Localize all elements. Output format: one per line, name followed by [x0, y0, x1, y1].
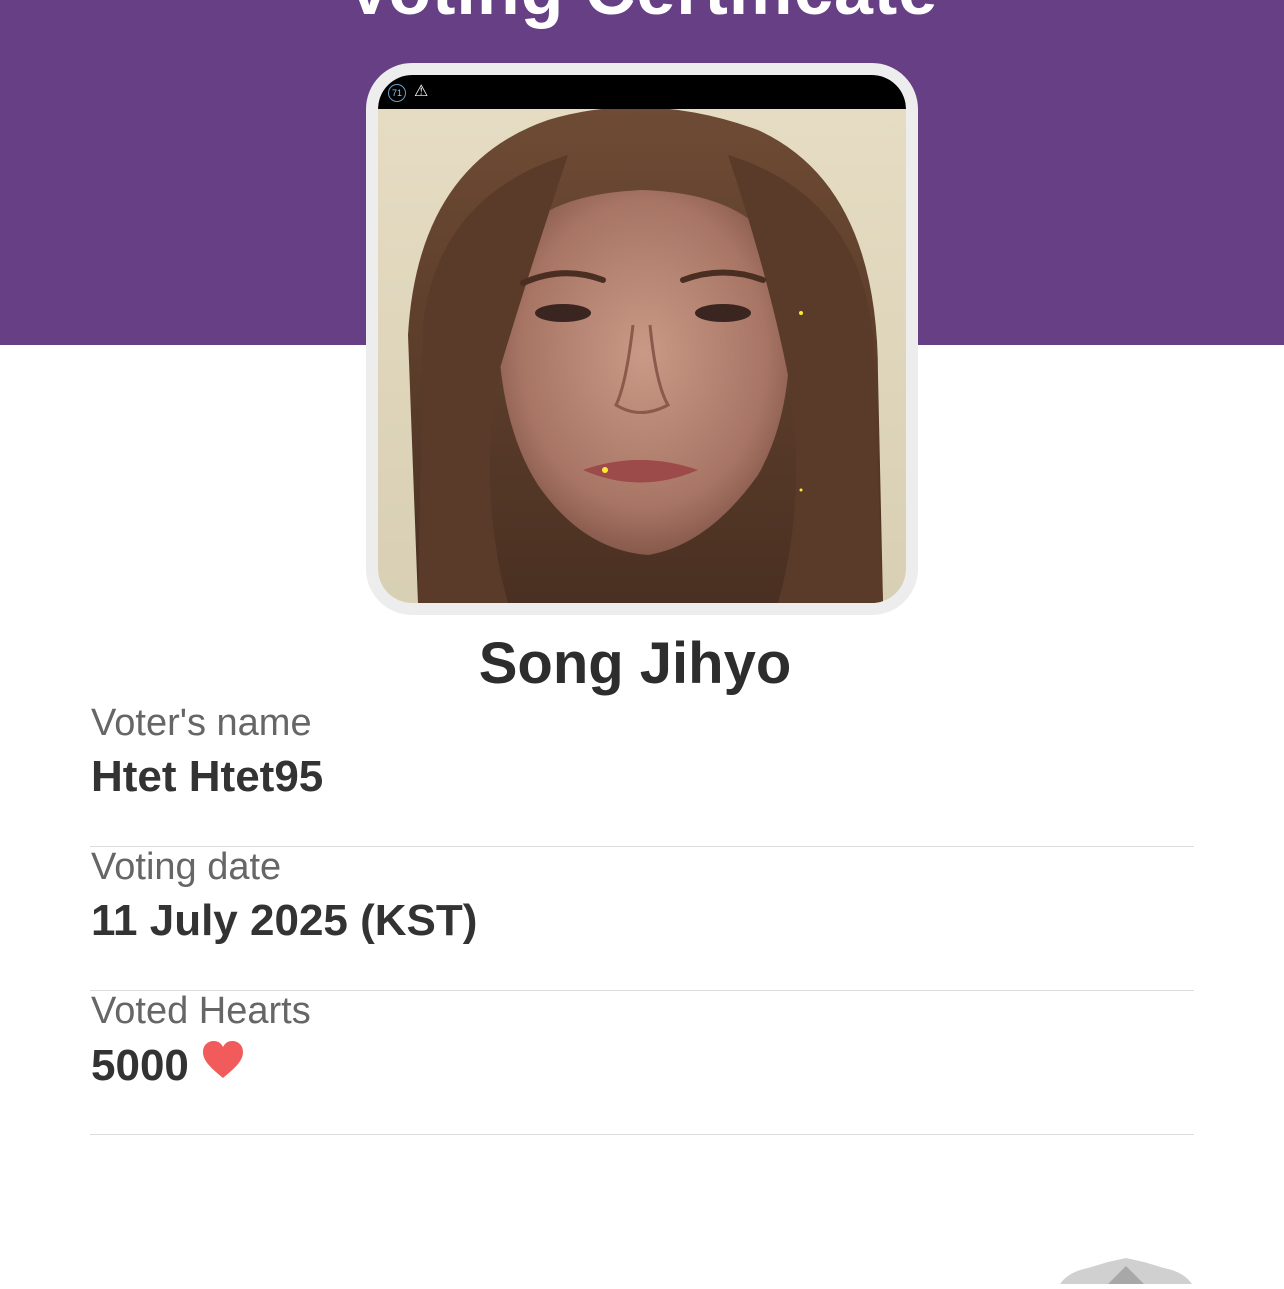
voted-hearts-count: 5000	[91, 1040, 189, 1090]
idol-photo: 71 ⚠	[378, 75, 906, 603]
voter-name-text: Htet Htet95	[91, 752, 324, 801]
idol-name: Song Jihyo	[478, 631, 792, 696]
badge-icon: 71	[388, 84, 406, 102]
seal-icon	[1058, 1258, 1194, 1289]
photo-status-strip: 71 ⚠	[378, 75, 906, 109]
voting-date-label: Voting date	[91, 846, 282, 888]
voter-name-value: Htet Htet95	[91, 752, 323, 802]
heart-icon	[201, 1040, 245, 1091]
voting-date-row: Voting date 11 July 2025 (KST)	[90, 846, 1194, 991]
voted-hearts-row: Voted Hearts 5000	[90, 990, 1194, 1135]
voted-hearts-value: 5000	[91, 1040, 245, 1091]
voting-date-value: 11 July 2025 (KST)	[91, 896, 477, 946]
voter-name-row: Voter's name Htet Htet95	[90, 702, 1194, 847]
voted-hearts-label: Voted Hearts	[91, 990, 311, 1032]
idol-portrait-image	[378, 75, 906, 603]
idol-photo-frame: 71 ⚠	[366, 63, 918, 615]
warning-icon: ⚠	[414, 83, 429, 100]
voting-date-text: 11 July 2025 (KST)	[91, 896, 478, 945]
certificate-title: Voting Certificate	[0, 0, 1284, 30]
voter-name-label: Voter's name	[91, 702, 312, 744]
